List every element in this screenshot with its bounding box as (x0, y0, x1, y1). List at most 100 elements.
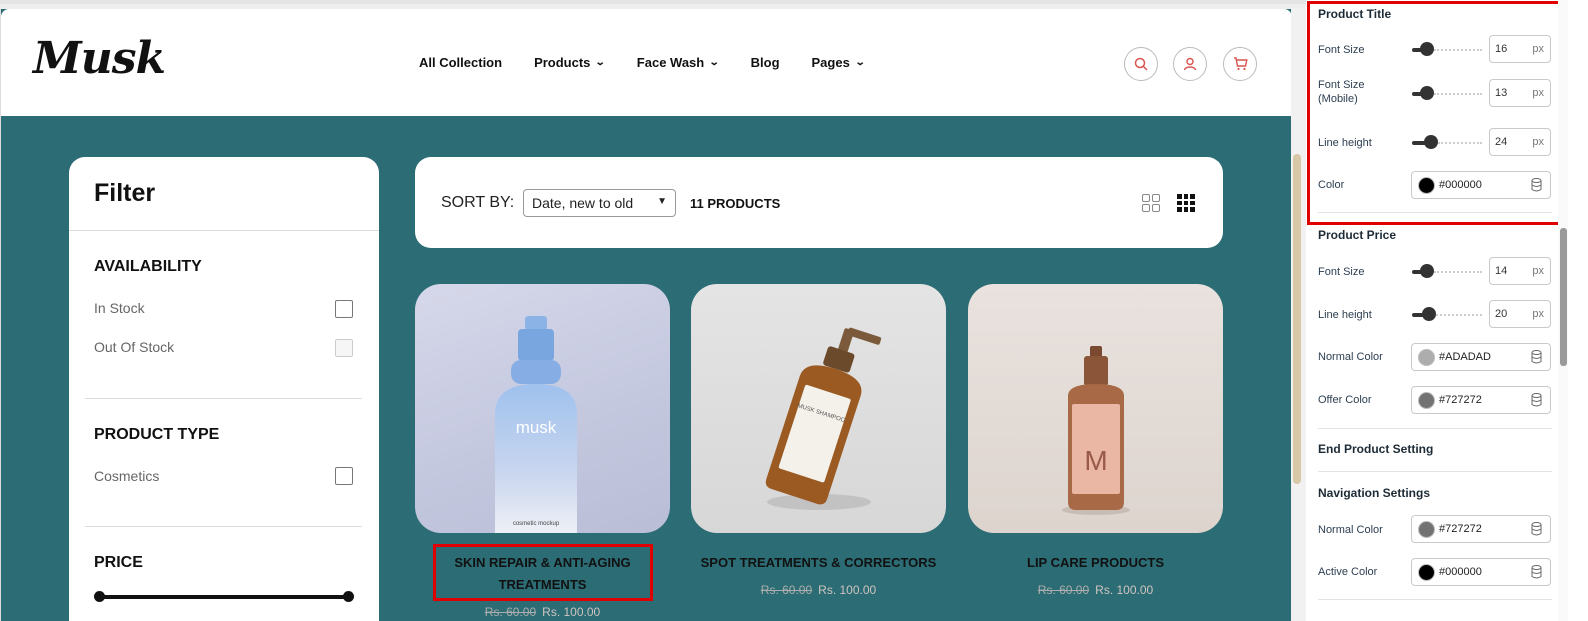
grid-2-view-icon[interactable] (1142, 194, 1160, 212)
nav-pages[interactable]: Pages ⌄ (811, 55, 866, 70)
availability-heading[interactable]: AVAILABILITY (94, 258, 202, 276)
divider (1318, 212, 1552, 213)
sort-select[interactable]: Date, new to old ▼ (523, 189, 676, 217)
normal-price: Rs. 60.00 (760, 583, 813, 597)
chevron-down-icon: ⌄ (595, 57, 607, 68)
product-price-heading: Product Price (1318, 228, 1397, 242)
search-button[interactable] (1124, 47, 1158, 81)
nav-label: Pages (811, 55, 850, 70)
product-image[interactable]: M (968, 284, 1223, 533)
slider-handle[interactable] (1424, 135, 1438, 149)
end-product-setting-heading: End Product Setting (1318, 442, 1434, 456)
nav-label: Products (534, 55, 591, 70)
product-title[interactable]: SPOT TREATMENTS & CORRECTORS (691, 552, 946, 574)
filter-panel: Filter AVAILABILITY In Stock Out Of Stoc… (69, 157, 379, 621)
color-swatch[interactable] (1418, 563, 1435, 581)
cart-icon (1233, 57, 1248, 71)
price-heading[interactable]: PRICE (94, 554, 143, 572)
mist-bottle-image: M (1062, 346, 1130, 515)
price-min-handle[interactable] (94, 591, 105, 602)
store-logo[interactable]: Musk (33, 33, 166, 84)
svg-text:M: M (1084, 445, 1107, 476)
cart-button[interactable] (1223, 47, 1257, 81)
slider-handle[interactable] (1422, 307, 1436, 321)
grid-3-view-icon[interactable] (1177, 194, 1195, 212)
dynamic-source-icon[interactable] (1531, 393, 1542, 407)
product-price: Rs. 60.00 Rs. 100.00 (415, 605, 670, 619)
product-title-heading: Product Title (1318, 7, 1392, 21)
divider (1318, 471, 1552, 472)
account-button[interactable] (1173, 47, 1207, 81)
dynamic-source-icon[interactable] (1531, 178, 1542, 192)
product-price: Rs. 60.00 Rs. 100.00 (691, 583, 946, 597)
price-range-track[interactable] (97, 595, 349, 599)
offer-price: Rs. 100.00 (1095, 583, 1154, 597)
color-value: #727272 (1439, 394, 1482, 406)
divider (1318, 599, 1552, 600)
preview-scroll-thumb[interactable] (1293, 154, 1301, 484)
font-size-slider[interactable] (1412, 42, 1482, 56)
offer-color-label: Offer Color (1318, 394, 1372, 406)
line-height-slider[interactable] (1412, 135, 1482, 149)
color-value: #000000 (1439, 566, 1482, 578)
font-size-input[interactable]: 16 px (1489, 35, 1551, 63)
price-line-height-input[interactable]: 20 px (1489, 300, 1551, 328)
color-swatch[interactable] (1418, 176, 1435, 194)
chevron-down-icon: ▼ (657, 196, 667, 207)
preview-scrollbar[interactable] (1291, 8, 1306, 621)
font-size-mobile-label: Font Size (Mobile) (1318, 79, 1365, 105)
active-color-label: Active Color (1318, 566, 1378, 578)
product-image[interactable]: MUSK SHAMPOO (691, 284, 946, 533)
dynamic-source-icon[interactable] (1531, 565, 1542, 579)
divider (1318, 428, 1552, 429)
in-stock-checkbox[interactable] (335, 300, 353, 318)
line-height-input[interactable]: 24 px (1489, 128, 1551, 156)
slider-handle[interactable] (1420, 42, 1434, 56)
normal-color-label: Normal Color (1318, 351, 1383, 363)
color-swatch[interactable] (1418, 391, 1435, 409)
price-normal-color-picker[interactable]: #ADADAD (1411, 343, 1551, 371)
product-type-heading[interactable]: PRODUCT TYPE (94, 426, 219, 444)
price-line-height-slider[interactable] (1412, 307, 1482, 321)
main-nav: All Collection Products ⌄ Face Wash ⌄ Bl… (419, 55, 866, 70)
product-image[interactable]: musk cosmetic mockup (415, 284, 670, 533)
cosmetics-label: Cosmetics (94, 468, 160, 484)
product-title[interactable]: LIP CARE PRODUCTS (968, 552, 1223, 574)
color-swatch[interactable] (1418, 348, 1435, 366)
slider-handle[interactable] (1420, 86, 1434, 100)
font-size-label: Font Size (1318, 266, 1365, 278)
chevron-down-icon: ⌄ (854, 57, 866, 68)
dynamic-source-icon[interactable] (1531, 522, 1542, 536)
cosmetics-checkbox[interactable] (335, 467, 353, 485)
nav-active-color-picker[interactable]: #000000 (1411, 558, 1551, 586)
nav-all-collection[interactable]: All Collection (419, 55, 502, 70)
dynamic-source-icon[interactable] (1531, 350, 1542, 364)
nav-face-wash[interactable]: Face Wash ⌄ (637, 55, 720, 70)
price-offer-color-picker[interactable]: #727272 (1411, 386, 1551, 414)
nav-products[interactable]: Products ⌄ (534, 55, 607, 70)
out-of-stock-checkbox[interactable] (335, 339, 353, 357)
price-max-handle[interactable] (343, 591, 354, 602)
divider (85, 526, 362, 527)
normal-price: Rs. 60.00 (484, 605, 537, 619)
color-swatch[interactable] (1418, 520, 1435, 538)
price-font-size-slider[interactable] (1412, 264, 1482, 278)
settings-scroll-thumb[interactable] (1560, 228, 1567, 366)
product-title[interactable]: SKIN REPAIR & ANTI-AGING TREATMENTS (415, 552, 670, 596)
slider-handle[interactable] (1420, 264, 1434, 278)
font-size-mobile-input[interactable]: 13 px (1489, 79, 1551, 107)
nav-label: All Collection (419, 55, 503, 70)
store-page: Musk All Collection Products ⌄ Face Wash… (0, 9, 1291, 621)
settings-scrollbar[interactable] (1558, 0, 1568, 621)
spray-bottle-image: musk cosmetic mockup (495, 316, 577, 533)
store-header: Musk All Collection Products ⌄ Face Wash… (1, 9, 1291, 116)
font-size-mobile-slider[interactable] (1412, 86, 1482, 100)
font-size-label: Font Size (1318, 44, 1365, 56)
nav-normal-color-picker[interactable]: #727272 (1411, 515, 1551, 543)
title-color-picker[interactable]: #000000 (1411, 171, 1551, 199)
chevron-down-icon: ⌄ (708, 57, 720, 68)
price-font-size-input[interactable]: 14 px (1489, 257, 1551, 285)
product-count: 11 PRODUCTS (690, 196, 781, 211)
line-height-label: Line height (1318, 137, 1372, 149)
nav-blog[interactable]: Blog (751, 55, 780, 70)
